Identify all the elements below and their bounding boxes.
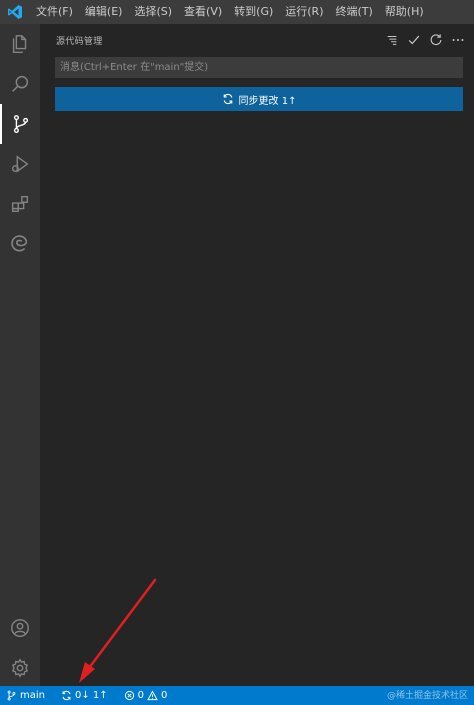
menu-edit[interactable]: 编辑(E): [79, 0, 129, 24]
run-debug-icon[interactable]: [0, 144, 40, 184]
menu-help[interactable]: 帮助(H): [379, 0, 430, 24]
panel-header: 源代码管理: [40, 24, 474, 56]
menu-selection[interactable]: 选择(S): [128, 0, 178, 24]
menu-bar: 文件(F) 编辑(E) 选择(S) 查看(V) 转到(G) 运行(R) 终端(T…: [30, 0, 430, 24]
settings-gear-icon[interactable]: [0, 648, 40, 688]
sync-counts: 0↓ 1↑: [75, 690, 108, 701]
menu-terminal[interactable]: 终端(T): [330, 0, 379, 24]
branch-name: main: [20, 690, 45, 701]
watermark: @稀土掘金技术社区: [386, 691, 468, 701]
branch-indicator[interactable]: main: [0, 686, 51, 705]
explorer-icon[interactable]: [0, 24, 40, 64]
more-actions-icon[interactable]: [450, 32, 466, 48]
menu-go[interactable]: 转到(G): [228, 0, 279, 24]
panel-actions: [384, 32, 466, 48]
search-icon[interactable]: [0, 64, 40, 104]
source-control-icon[interactable]: [0, 104, 40, 144]
git-branch-icon: [7, 690, 16, 701]
title-bar: 文件(F) 编辑(E) 选择(S) 查看(V) 转到(G) 运行(R) 终端(T…: [0, 0, 474, 24]
edge-devtools-icon[interactable]: [0, 224, 40, 264]
menu-run[interactable]: 运行(R): [279, 0, 329, 24]
commit-check-icon[interactable]: [406, 32, 422, 48]
commit-message-input[interactable]: [55, 57, 463, 78]
accounts-icon[interactable]: [0, 608, 40, 648]
refresh-icon[interactable]: [428, 32, 444, 48]
menu-file[interactable]: 文件(F): [30, 0, 79, 24]
panel-title: 源代码管理: [56, 36, 103, 47]
warning-count: 0: [161, 690, 168, 701]
sync-changes-button[interactable]: 同步更改 1↑: [55, 87, 463, 111]
menu-view[interactable]: 查看(V): [178, 0, 228, 24]
error-icon: [124, 690, 134, 701]
sync-icon: [223, 93, 232, 105]
activity-bar: [0, 24, 40, 686]
vscode-logo-icon: [0, 0, 30, 24]
warning-icon: [147, 690, 158, 701]
sync-icon: [62, 690, 71, 701]
problems-indicator[interactable]: 0 0: [118, 686, 174, 705]
view-as-list-icon[interactable]: [384, 32, 400, 48]
extensions-icon[interactable]: [0, 184, 40, 224]
error-count: 0: [137, 690, 145, 701]
sync-status[interactable]: 0↓ 1↑: [55, 686, 114, 705]
source-control-panel: 源代码管理 同步更改 1↑: [40, 24, 474, 686]
sync-changes-label: 同步更改 1↑: [238, 95, 297, 107]
